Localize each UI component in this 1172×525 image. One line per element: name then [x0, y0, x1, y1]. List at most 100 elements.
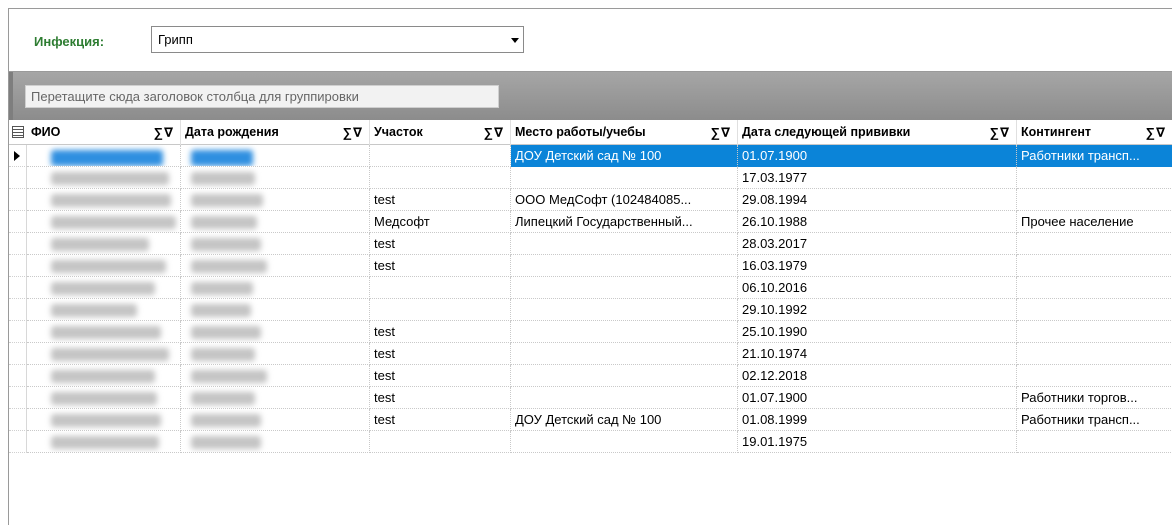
cell-next_date[interactable]: 06.10.2016 [738, 277, 1017, 299]
sum-filter-icon[interactable]: ∑∇ [484, 120, 504, 145]
cell-district[interactable] [370, 277, 511, 299]
infection-select[interactable]: Грипп [151, 26, 524, 53]
cell-next_date[interactable]: 01.07.1900 [738, 387, 1017, 409]
row-header[interactable] [9, 387, 27, 409]
cell-district[interactable]: test [370, 255, 511, 277]
table-row[interactable]: test 02.12.2018 [9, 365, 1172, 387]
cell-fio[interactable] [27, 145, 181, 167]
cell-birth[interactable] [181, 167, 370, 189]
cell-contingent[interactable] [1017, 255, 1172, 277]
cell-fio[interactable] [27, 233, 181, 255]
cell-next_date[interactable]: 29.10.1992 [738, 299, 1017, 321]
cell-district[interactable] [370, 145, 511, 167]
cell-work[interactable]: ДОУ Детский сад № 100 [511, 409, 738, 431]
column-header-fio[interactable]: ФИО ∑∇ [27, 120, 181, 145]
cell-contingent[interactable] [1017, 321, 1172, 343]
cell-birth[interactable] [181, 343, 370, 365]
cell-contingent[interactable] [1017, 167, 1172, 189]
row-header[interactable] [9, 431, 27, 453]
cell-birth[interactable] [181, 189, 370, 211]
sum-filter-icon[interactable]: ∑∇ [154, 120, 174, 145]
column-chooser-icon[interactable] [9, 120, 27, 145]
row-header[interactable] [9, 189, 27, 211]
cell-work[interactable] [511, 365, 738, 387]
cell-fio[interactable] [27, 343, 181, 365]
row-header[interactable] [9, 233, 27, 255]
cell-fio[interactable] [27, 255, 181, 277]
cell-work[interactable] [511, 255, 738, 277]
row-header[interactable] [9, 365, 27, 387]
cell-fio[interactable] [27, 189, 181, 211]
cell-work[interactable] [511, 277, 738, 299]
column-header-birth[interactable]: Дата рождения ∑∇ [181, 120, 370, 145]
cell-contingent[interactable] [1017, 365, 1172, 387]
sum-filter-icon[interactable]: ∑∇ [990, 120, 1010, 145]
cell-district[interactable]: test [370, 365, 511, 387]
table-row[interactable]: Медсофт Липецкий Государственный... 26.10.… [9, 211, 1172, 233]
row-header[interactable] [9, 321, 27, 343]
sum-filter-icon[interactable]: ∑∇ [343, 120, 363, 145]
row-header[interactable] [9, 167, 27, 189]
cell-birth[interactable] [181, 365, 370, 387]
cell-birth[interactable] [181, 321, 370, 343]
cell-fio[interactable] [27, 211, 181, 233]
cell-birth[interactable] [181, 233, 370, 255]
cell-next_date[interactable]: 01.07.1900 [738, 145, 1017, 167]
cell-birth[interactable] [181, 255, 370, 277]
table-row[interactable]: test 01.07.1900 Работники торгов... [9, 387, 1172, 409]
table-row[interactable]: 19.01.1975 [9, 431, 1172, 453]
sum-filter-icon[interactable]: ∑∇ [711, 120, 731, 145]
cell-next_date[interactable]: 17.03.1977 [738, 167, 1017, 189]
column-header-contingent[interactable]: Контингент ∑∇ [1017, 120, 1172, 145]
cell-birth[interactable] [181, 277, 370, 299]
cell-fio[interactable] [27, 299, 181, 321]
cell-contingent[interactable]: Работники торгов... [1017, 387, 1172, 409]
cell-district[interactable]: test [370, 409, 511, 431]
cell-contingent[interactable] [1017, 189, 1172, 211]
cell-district[interactable]: test [370, 189, 511, 211]
cell-next_date[interactable]: 26.10.1988 [738, 211, 1017, 233]
row-header[interactable] [9, 277, 27, 299]
cell-next_date[interactable]: 02.12.2018 [738, 365, 1017, 387]
cell-next_date[interactable]: 01.08.1999 [738, 409, 1017, 431]
table-row[interactable]: test ООО МедСофт (102484085... 29.08.1994 [9, 189, 1172, 211]
table-row[interactable]: ДОУ Детский сад № 100 01.07.1900 Работники… [9, 145, 1172, 167]
cell-work[interactable] [511, 343, 738, 365]
table-row[interactable]: test 16.03.1979 [9, 255, 1172, 277]
cell-district[interactable] [370, 431, 511, 453]
cell-birth[interactable] [181, 387, 370, 409]
cell-fio[interactable] [27, 167, 181, 189]
table-row[interactable]: 17.03.1977 [9, 167, 1172, 189]
cell-work[interactable] [511, 431, 738, 453]
cell-contingent[interactable]: Прочее население [1017, 211, 1172, 233]
cell-work[interactable]: ДОУ Детский сад № 100 [511, 145, 738, 167]
cell-next_date[interactable]: 21.10.1974 [738, 343, 1017, 365]
cell-contingent[interactable]: Работники трансп... [1017, 145, 1172, 167]
row-header[interactable] [9, 145, 27, 167]
cell-contingent[interactable] [1017, 431, 1172, 453]
cell-next_date[interactable]: 29.08.1994 [738, 189, 1017, 211]
sum-filter-icon[interactable]: ∑∇ [1146, 120, 1166, 145]
cell-birth[interactable] [181, 299, 370, 321]
cell-birth[interactable] [181, 145, 370, 167]
table-row[interactable]: test 25.10.1990 [9, 321, 1172, 343]
cell-work[interactable]: ООО МедСофт (102484085... [511, 189, 738, 211]
row-header[interactable] [9, 343, 27, 365]
cell-district[interactable] [370, 167, 511, 189]
cell-district[interactable]: test [370, 343, 511, 365]
cell-contingent[interactable] [1017, 277, 1172, 299]
table-row[interactable]: test 21.10.1974 [9, 343, 1172, 365]
cell-next_date[interactable]: 16.03.1979 [738, 255, 1017, 277]
row-header[interactable] [9, 299, 27, 321]
cell-fio[interactable] [27, 387, 181, 409]
cell-birth[interactable] [181, 409, 370, 431]
cell-next_date[interactable]: 28.03.2017 [738, 233, 1017, 255]
cell-district[interactable]: test [370, 321, 511, 343]
column-header-work[interactable]: Место работы/учебы ∑∇ [511, 120, 738, 145]
table-row[interactable]: 06.10.2016 [9, 277, 1172, 299]
row-header[interactable] [9, 211, 27, 233]
column-header-next_date[interactable]: Дата следующей прививки ∑∇ [738, 120, 1017, 145]
row-header[interactable] [9, 255, 27, 277]
cell-fio[interactable] [27, 365, 181, 387]
cell-work[interactable] [511, 299, 738, 321]
